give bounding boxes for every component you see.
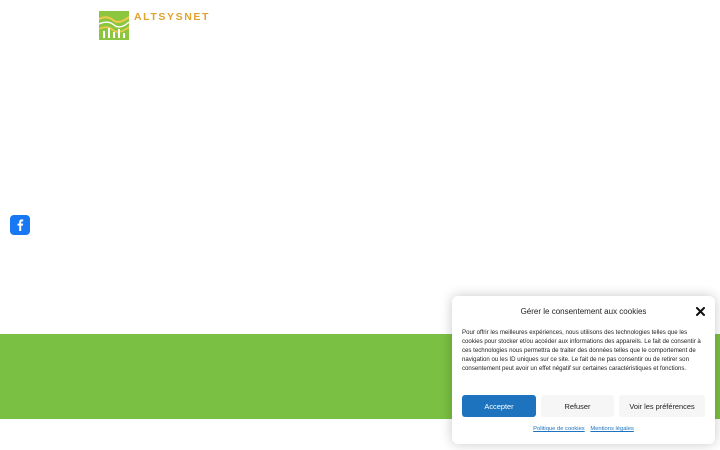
facebook-link[interactable] [10, 215, 30, 235]
legal-notice-link[interactable]: Mentions légales [590, 426, 634, 432]
facebook-icon [17, 219, 24, 231]
close-button[interactable] [695, 306, 705, 316]
cookie-links: Politique de cookies Mentions légales [452, 426, 715, 432]
preferences-button[interactable]: Voir les préférences [619, 395, 705, 417]
close-icon [695, 306, 705, 316]
brand-name: ALTSYSNET [134, 11, 211, 23]
cookie-banner-text: Pour offrir les meilleures expériences, … [462, 329, 701, 372]
refuse-button[interactable]: Refuser [541, 395, 614, 417]
cookie-consent-banner: Gérer le consentement aux cookies Pour o… [452, 296, 715, 444]
cookie-policy-link[interactable]: Politique de cookies [533, 426, 585, 432]
cookie-banner-title: Gérer le consentement aux cookies [520, 307, 647, 316]
site-logo[interactable]: ALTSYSNET [99, 11, 210, 40]
logo-mark-icon [99, 11, 129, 40]
accept-button[interactable]: Accepter [462, 395, 536, 417]
